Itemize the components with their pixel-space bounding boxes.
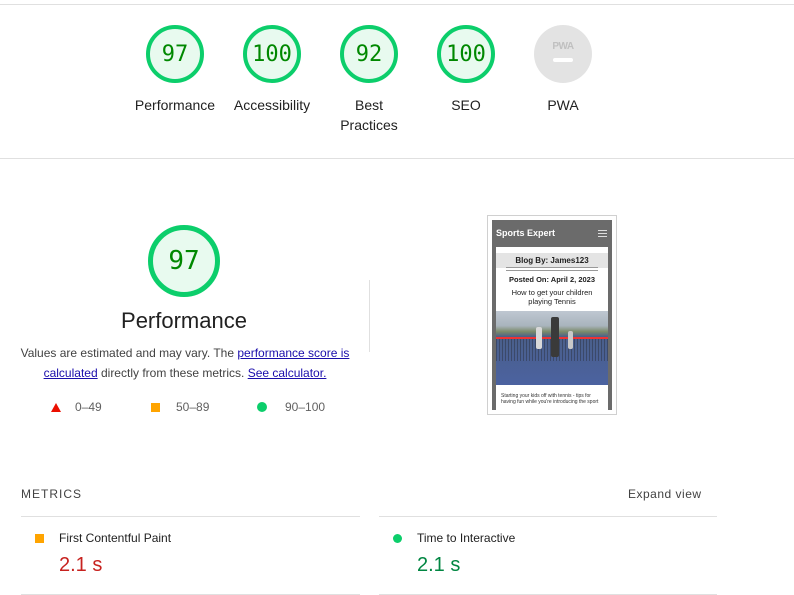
average-square-icon [151, 402, 160, 412]
hamburger-menu-icon [598, 230, 607, 239]
legend-pass-range: 90–100 [285, 400, 326, 414]
metric-top-border-left [21, 516, 360, 517]
site-title: Sports Expert [496, 228, 556, 238]
blog-headline: How to get your children playing Tennis [511, 288, 593, 306]
tti-pass-circle-icon [393, 534, 402, 543]
fcp-value: 2.1 s [59, 554, 103, 576]
fcp-average-square-icon [35, 534, 44, 543]
tti-label: Time to Interactive [417, 531, 516, 545]
metrics-heading: METRICS [21, 487, 82, 501]
player-figure [551, 317, 559, 357]
best-practices-score-gauge: 92 [340, 25, 398, 83]
metric-top-border-right [379, 516, 717, 517]
fcp-label: First Contentful Paint [59, 531, 172, 545]
category-accessibility[interactable]: 100 Accessibility [217, 25, 327, 115]
legend-fail: 0–49 [51, 400, 102, 414]
pwa-label: PWA [547, 97, 579, 113]
legend-fail-range: 0–49 [75, 400, 102, 414]
desc-middle: directly from these metrics. [97, 366, 248, 380]
fail-triangle-icon [51, 402, 61, 412]
performance-label: Performance [134, 97, 216, 113]
blog-by-author: Blog By: James123 [496, 253, 608, 268]
seo-score-gauge: 100 [437, 25, 495, 83]
expand-view-button[interactable]: Expand view [628, 487, 702, 501]
blog-snippet: Starting your kids off with tennis - tip… [501, 393, 599, 405]
blog-card: Blog By: James123 Posted On: April 2, 20… [496, 247, 608, 410]
top-divider [0, 4, 794, 5]
category-pwa[interactable]: PWA PWA [508, 25, 618, 115]
vertical-divider [369, 280, 370, 352]
performance-description: Values are estimated and may vary. The p… [20, 343, 350, 383]
desc-prefix: Values are estimated and may vary. The [20, 346, 238, 360]
legend-average-range: 50–89 [176, 400, 210, 414]
pass-circle-icon [257, 402, 267, 412]
section-divider [0, 158, 794, 159]
pwa-badge-text: PWA [552, 40, 574, 52]
accessibility-label: Accessibility [233, 97, 311, 113]
best-practices-label: Best Practices [340, 97, 398, 133]
performance-score-gauge: 97 [146, 25, 204, 83]
child-figure-2 [568, 331, 573, 349]
legend-average: 50–89 [151, 400, 209, 414]
pwa-dash-icon [553, 57, 573, 62]
see-calculator-link[interactable]: See calculator. [248, 366, 327, 380]
tennis-court-image [496, 311, 608, 385]
final-screenshot[interactable]: Sports Expert Blog By: James123 Posted O… [487, 215, 617, 415]
posted-date: Posted On: April 2, 2023 [509, 275, 595, 284]
seo-label: SEO [451, 97, 481, 113]
legend-pass: 90–100 [257, 400, 325, 414]
screenshot-viewport: Sports Expert Blog By: James123 Posted O… [492, 220, 612, 410]
rule-2 [506, 270, 598, 271]
category-best-practices[interactable]: 92 Best Practices [314, 25, 424, 135]
child-figure [536, 327, 542, 349]
performance-big-gauge: 97 [148, 225, 220, 297]
category-seo[interactable]: 100 SEO [411, 25, 521, 115]
performance-title: Performance [121, 308, 247, 333]
category-performance[interactable]: 97 Performance [120, 25, 230, 115]
pwa-gauge: PWA [534, 25, 592, 83]
accessibility-score-gauge: 100 [243, 25, 301, 83]
tti-value: 2.1 s [417, 554, 461, 576]
rule-1 [506, 267, 598, 268]
